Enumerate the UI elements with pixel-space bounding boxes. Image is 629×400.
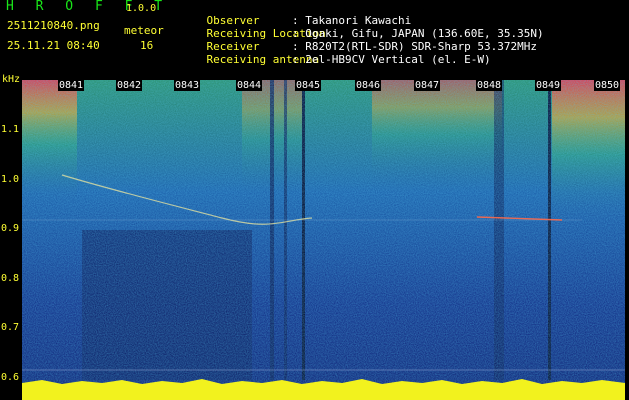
time-tick-label: 0845	[295, 80, 322, 91]
time-tick-label: 0842	[116, 80, 143, 91]
time-tick-label: 0847	[414, 80, 441, 91]
header-panel: H R O F F T 1.0.0 2511210840.png meteor …	[0, 0, 629, 78]
time-tick-label: 0841	[58, 80, 85, 91]
spectrogram	[22, 80, 625, 400]
time-tick-label: 0843	[174, 80, 201, 91]
noise-texture	[22, 80, 625, 400]
time-tick-label: 0849	[535, 80, 562, 91]
app-version: 1.0.0	[126, 3, 157, 14]
y-tick-label: 1.0	[1, 174, 20, 185]
capture-datetime: 25.11.21 08:40	[7, 39, 100, 52]
file-name: 2511210840.png	[7, 19, 100, 32]
info-value: : 2el-HB9CV Vertical (el. E-W)	[292, 53, 491, 66]
y-tick-label: 0.6	[1, 372, 20, 383]
time-tick-label: 0850	[594, 80, 621, 91]
frequency-unit-label: kHz	[2, 74, 21, 85]
y-tick-label: 0.7	[1, 322, 20, 333]
y-tick-label: 0.8	[1, 273, 20, 284]
meteor-label: meteor	[124, 24, 164, 37]
meteor-count: 16	[140, 39, 154, 52]
noise-floor	[22, 390, 625, 400]
info-antenna: Receiving antenna: 2el-HB9CV Vertical (e…	[180, 42, 491, 78]
time-tick-label: 0848	[476, 80, 503, 91]
y-tick-label: 0.9	[1, 223, 20, 234]
info-value: : R820T2(RTL-SDR) SDR-Sharp 53.372MHz	[292, 40, 538, 53]
time-tick-label: 0844	[236, 80, 263, 91]
y-tick-label: 1.1	[1, 124, 20, 135]
time-tick-label: 0846	[355, 80, 382, 91]
info-value: : Ogaki, Gifu, JAPAN (136.60E, 35.35N)	[292, 27, 544, 40]
